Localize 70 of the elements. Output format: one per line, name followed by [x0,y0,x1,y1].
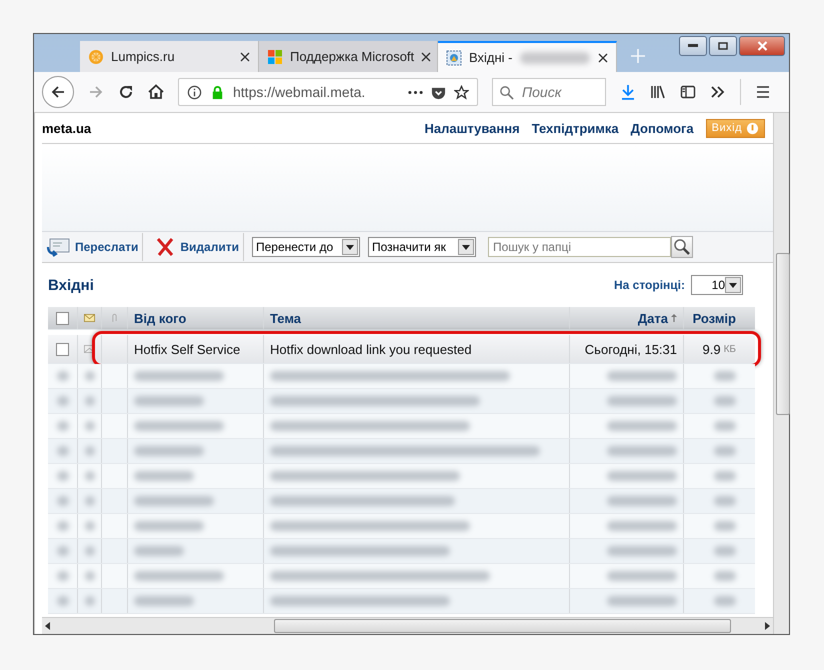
select-all-checkbox[interactable] [56,312,69,324]
padlock-icon [210,84,225,100]
back-button[interactable] [42,76,74,108]
close-icon[interactable] [598,52,608,62]
reload-icon[interactable] [118,84,134,100]
scroll-right-icon[interactable] [765,622,770,630]
windows-logo-icon [267,48,283,64]
site-logo[interactable]: meta.ua [42,120,92,136]
browser-tab[interactable]: Поддержка Microsoft [259,41,438,72]
site-link[interactable]: Допомога [630,120,694,136]
dropdown-arrow-icon [462,244,470,250]
browser-tab[interactable]: Вхідні - [438,41,617,72]
dropdown-arrow-icon [729,282,737,288]
power-icon [746,122,759,134]
info-icon[interactable] [187,84,202,100]
column-header[interactable]: Тема [264,307,570,329]
paperclip-icon [112,312,117,324]
dropdown-arrow-icon [346,244,354,250]
download-icon[interactable] [620,84,636,100]
minimize-button[interactable] [679,36,707,56]
scrollbar-thumb[interactable] [274,619,731,633]
star-icon[interactable] [454,84,469,100]
per-page-dropdown[interactable]: 10 [691,275,743,295]
back-arrow-icon [50,84,66,100]
maximize-icon [718,42,728,50]
search-button[interactable] [670,236,693,258]
scroll-left-icon[interactable] [45,622,50,630]
menu-icon[interactable] [755,84,771,100]
scrollbar-thumb[interactable] [776,253,790,415]
search-input[interactable]: Поиск [520,83,604,101]
close-icon[interactable] [421,52,432,62]
home-icon[interactable] [148,84,164,100]
close-button[interactable] [739,36,785,56]
minimize-icon [688,44,698,48]
column-header[interactable]: Від кого [128,307,264,329]
date-cell: Сьогодні, 15:31 [570,335,684,363]
site-link[interactable]: Техпідтримка [532,120,619,136]
browser-tab[interactable]: Lumpics.ru [80,41,259,72]
url-text: https://webmail.meta. [233,84,366,100]
subject-cell[interactable]: Hotfix download link you requested [264,335,570,363]
sidebar-icon[interactable] [680,84,696,100]
cross-icon [155,237,176,257]
close-icon [756,41,768,51]
size-cell-text: 9.9 КБ [702,340,737,358]
blurred-title [520,52,590,64]
overflow-icon[interactable] [710,84,726,100]
maximize-button[interactable] [709,36,737,56]
envelope-arrow-icon [46,237,70,257]
per-page-label: На сторінці: [614,278,685,292]
forward-button[interactable]: Переслати [42,233,144,261]
column-header[interactable]: Розмір [684,307,742,329]
delete-button[interactable]: Видалити [151,233,244,261]
library-icon[interactable] [650,84,666,100]
citrus-slice-icon [88,48,104,64]
sender-cell: Hotfix Self Service [128,335,264,363]
mail-icon [446,50,462,66]
more-icon[interactable] [408,90,423,94]
folder-search-field[interactable]: Пошук у папці [488,237,671,257]
close-icon[interactable] [240,52,250,62]
sort-arrow-icon [671,314,677,322]
search-icon [499,84,514,100]
folder-title: Вхідні [48,276,94,294]
move-to-dropdown[interactable]: Перенести до [252,237,360,257]
site-link[interactable]: Налаштування [424,120,520,136]
mark-as-dropdown[interactable]: Позначити як [368,237,476,257]
column-header[interactable]: Дата [570,307,684,329]
row-checkbox[interactable] [56,342,69,356]
envelope-icon [84,313,95,323]
address-bar[interactable]: https://webmail.meta. [178,78,478,106]
search-field[interactable]: Поиск [492,78,606,106]
